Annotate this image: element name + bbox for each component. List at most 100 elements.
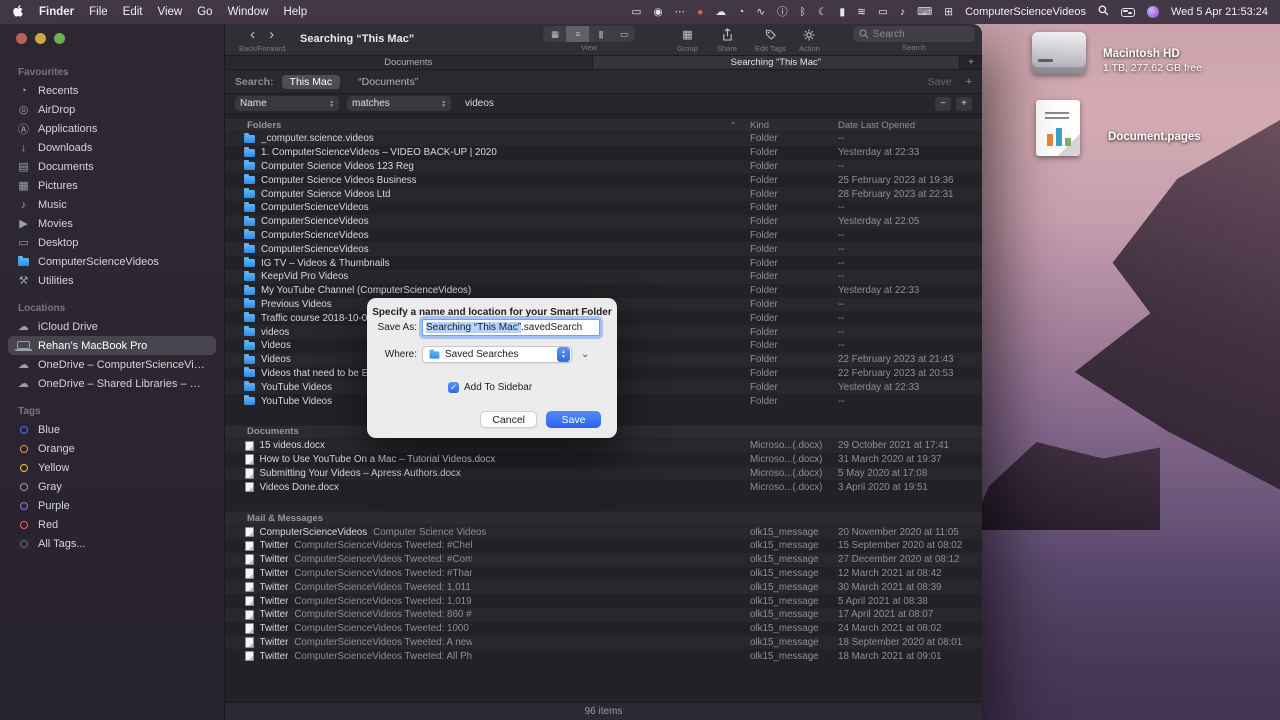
sidebar-item-computersciencevideos[interactable]: ComputerScienceVideos [8,252,216,271]
sidebar-item-applications[interactable]: Ⓐ Applications [8,119,216,138]
more-icon[interactable]: ⋯ [675,7,686,18]
sidebar-item-desktop[interactable]: ▭ Desktop [8,233,216,252]
battery-icon[interactable]: ▮ [839,7,845,18]
sidebar-item-downloads[interactable]: ↓ Downloads [8,138,216,157]
list-row[interactable]: Videos Done.docx Microso...(.docx) 3 April… [225,480,982,494]
control-center-icon[interactable] [1120,7,1135,17]
filename-field[interactable]: Searching “This Mac” .savedSearch [422,319,600,336]
action-gear-icon[interactable] [803,26,815,43]
view-segmented-control[interactable]: ▦ ≡ ||| ▭ [543,26,635,42]
sidebar-item-movies[interactable]: ▶ Movies [8,214,216,233]
keyboard-icon[interactable]: ⌨ [917,7,932,18]
list-row[interactable]: How to Use YouTube On a Mac – Tutorial V… [225,453,982,467]
edit-tags-icon[interactable] [765,26,776,43]
wifi-icon[interactable]: ≋ [857,7,866,18]
save-search-button[interactable]: Save [928,76,952,88]
section-header-mail-messages[interactable]: Mail & Messages [225,511,982,526]
siri-icon[interactable] [1146,6,1159,18]
list-row[interactable]: ComputerScienceVideos Folder -- [225,229,982,243]
menu-window[interactable]: Window [228,6,269,18]
tab-documents[interactable]: Documents [225,56,593,69]
display-icon[interactable]: ▭ [878,7,888,18]
add-to-sidebar-checkbox[interactable]: ✓ [448,382,459,393]
menu-edit[interactable]: Edit [123,6,143,18]
new-tab-button[interactable]: + [960,56,982,69]
desktop-icon-document-pages[interactable] [1036,100,1080,156]
sidebar-item-gray[interactable]: Gray [8,477,216,496]
view-segment-0[interactable]: ▦ [543,26,566,42]
criteria-operator-popup[interactable]: matches ▲ ▼ [347,96,451,111]
sidebar-item-blue[interactable]: Blue [8,420,216,439]
sidebar-item-onedrive-shared-libraries-comp[interactable]: ☁ OneDrive – Shared Libraries – Comp... [8,374,216,393]
list-row[interactable]: ComputerScienceVideos Folder Yesterday at … [225,215,982,229]
chevron-down-icon[interactable]: ⌄ [581,349,589,359]
save-button[interactable]: Save [546,411,601,428]
remove-criteria-button[interactable]: − [935,96,951,111]
list-row[interactable]: 1. ComputerScienceVideos – VIDEO BACK-UP… [225,146,982,160]
menu-finder[interactable]: Finder [39,6,74,18]
volume-icon[interactable]: ♪ [900,7,905,18]
list-row[interactable]: ComputerScienceVideos Folder -- [225,242,982,256]
spotlight-icon[interactable] [1098,5,1109,19]
list-row[interactable]: Twitter ComputerScienceVideos Tweeted: Al… [225,649,982,663]
menubar-clock[interactable]: Wed 5 Apr 21:53:24 [1171,6,1268,18]
column-header-date[interactable]: Date Last Opened [838,120,915,131]
where-popup[interactable]: Saved Searches ▲ ▼ [422,346,572,363]
view-segment-2[interactable]: ||| [589,26,612,42]
chevron-up-icon[interactable]: ⌃ [730,121,737,130]
menu-file[interactable]: File [89,6,108,18]
minimize-button[interactable] [35,33,46,44]
list-row[interactable]: Twitter ComputerScienceVideos Tweeted: 1,… [225,580,982,594]
share-icon[interactable] [722,26,733,43]
list-row[interactable]: Submitting Your Videos – Apress Authors.… [225,467,982,481]
list-row[interactable]: Twitter ComputerScienceVideos Tweeted: A … [225,636,982,650]
desktop-icon-macintosh-hd[interactable] [1032,32,1086,74]
info-icon[interactable]: ⓘ [777,7,788,18]
bluetooth-icon[interactable]: ᛒ [800,7,806,18]
scope-this-mac[interactable]: This Mac [281,74,341,89]
sidebar-item-onedrive-computersciencevideos[interactable]: ☁ OneDrive – ComputerScienceVideos [8,355,216,374]
moon-icon[interactable]: ☾ [818,7,827,18]
sidebar-item-recents[interactable]: ◔ Recents [8,81,216,100]
display-mirroring-icon[interactable]: ▭ [632,7,642,18]
add-criteria-button[interactable]: + [956,96,972,111]
column-header-kind[interactable]: Kind [750,120,769,131]
list-row[interactable]: ComputerScienceVideos Folder -- [225,201,982,215]
criteria-search-term[interactable]: videos [465,98,494,109]
sidebar-item-music[interactable]: ♪ Music [8,195,216,214]
list-row[interactable]: KeepVid Pro Videos Folder -- [225,270,982,284]
clock-menu-icon[interactable]: ◔ [738,7,744,18]
sidebar-item-orange[interactable]: Orange [8,439,216,458]
toolbar-search-field[interactable]: Search [853,26,975,42]
list-row[interactable]: Twitter ComputerScienceVideos Tweeted: #T… [225,567,982,581]
sidebar-item-utilities[interactable]: ⚒ Utilities [8,271,216,290]
sidebar-item-yellow[interactable]: Yellow [8,458,216,477]
list-row[interactable]: Twitter ComputerScienceVideos Tweeted: 10… [225,622,982,636]
apple-menu[interactable] [12,5,24,19]
list-row[interactable]: ComputerScienceVideos Computer Science Vi… [225,525,982,539]
view-segment-1[interactable]: ≡ [566,26,589,42]
red-app-icon[interactable]: ● [697,7,703,18]
list-row[interactable]: Computer Science Videos Ltd Folder 28 Febr… [225,187,982,201]
section-header-folders[interactable]: Folders ⌃ Kind Date Last Opened [225,118,982,132]
list-row[interactable]: Twitter ComputerScienceVideos Tweeted: #C… [225,539,982,553]
list-row[interactable]: My YouTube Channel (ComputerScienceVideo… [225,284,982,298]
sidebar-item-purple[interactable]: Purple [8,496,216,515]
criteria-attribute-popup[interactable]: Name ▲ ▼ [235,96,339,111]
docker-icon[interactable]: ∿ [756,7,765,18]
list-row[interactable]: 15 videos.docx Microso...(.docx) 29 Octobe… [225,439,982,453]
zoom-button[interactable] [54,33,65,44]
sidebar-item-red[interactable]: Red [8,515,216,534]
sidebar-item-all-tags[interactable]: All Tags... [8,534,216,553]
close-button[interactable] [16,33,27,44]
list-row[interactable]: Computer Science Videos 123 Reg Folder -- [225,160,982,174]
cancel-button[interactable]: Cancel [480,411,537,428]
group-by-icon[interactable]: ▦ [682,26,692,43]
menu-help[interactable]: Help [283,6,307,18]
sidebar-item-icloud-drive[interactable]: ☁ iCloud Drive [8,317,216,336]
screen-record-icon[interactable]: ◉ [653,7,662,18]
sidebar-item-documents[interactable]: ▤ Documents [8,157,216,176]
add-search-criteria-button[interactable]: + [966,76,972,88]
scope-documents[interactable]: “Documents” [350,75,426,89]
sidebar-item-airdrop[interactable]: ◎ AirDrop [8,100,216,119]
